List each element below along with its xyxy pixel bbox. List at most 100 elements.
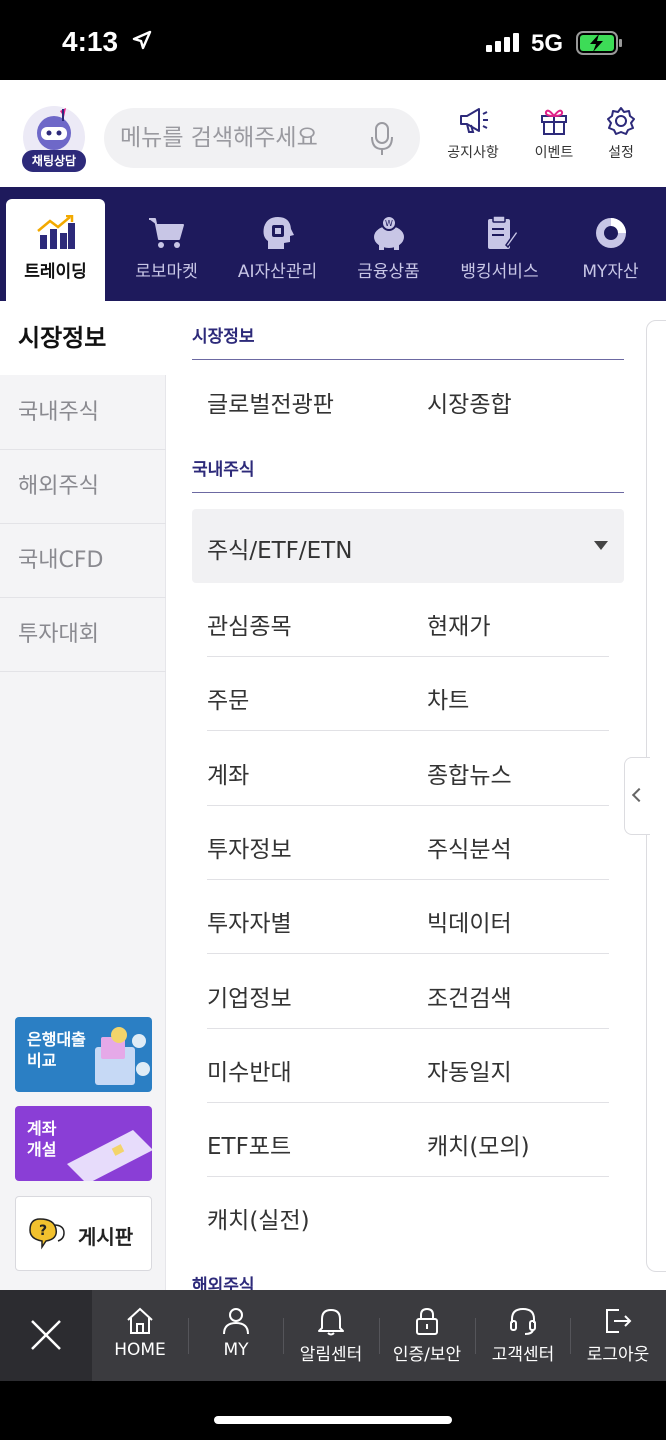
link-catch-mock[interactable]: 캐치(모의) (427, 1127, 530, 1161)
chat-consult-label[interactable]: 채팅상담 (22, 150, 86, 172)
link-current-price[interactable]: 현재가 (427, 607, 490, 641)
tab-robomarket[interactable]: 로보마켓 (111, 199, 222, 301)
home-indicator-area (0, 1381, 666, 1440)
board-label: 게시판 (78, 1225, 134, 1249)
app-header: 채팅상담 공지사항 이벤트 설정 (0, 80, 666, 187)
sidebar-item-domestic-cfd[interactable]: 국내CFD (0, 524, 166, 598)
product-type-select[interactable]: 주식/ETF/ETN (192, 509, 624, 583)
tab-financial-products[interactable]: W 금융상품 (333, 199, 444, 301)
tab-financial-products-label: 금융상품 (357, 262, 420, 282)
row-divider (207, 656, 609, 657)
notification-center-button[interactable]: 알림센터 (283, 1290, 379, 1381)
close-menu-button[interactable] (0, 1290, 92, 1381)
notification-center-label: 알림센터 (299, 1345, 363, 1365)
microphone-icon[interactable] (370, 122, 394, 160)
bell-icon (318, 1309, 344, 1336)
my-button[interactable]: MY (188, 1290, 284, 1381)
link-general-news[interactable]: 종합뉴스 (427, 756, 512, 790)
status-bar: 4:13 5G (0, 0, 666, 80)
settings-button[interactable]: 설정 (586, 106, 656, 172)
link-watchlist[interactable]: 관심종목 (207, 607, 292, 641)
loan-compare-banner[interactable]: 은행대출 비교 (15, 1017, 152, 1092)
loan-banner-line1: 은행대출 (27, 1030, 86, 1049)
product-type-value: 주식/ETF/ETN (207, 538, 353, 564)
section-title-market-info: 시장정보 (192, 327, 255, 347)
tab-my-asset[interactable]: MY자산 (555, 199, 666, 301)
home-button[interactable]: HOME (92, 1290, 188, 1381)
settings-label: 설정 (608, 145, 634, 161)
auth-security-button[interactable]: 인증/보안 (379, 1290, 475, 1381)
tab-robomarket-label: 로보마켓 (135, 262, 198, 282)
link-account[interactable]: 계좌 (207, 756, 249, 790)
link-chart[interactable]: 차트 (427, 681, 469, 715)
row-divider (207, 953, 609, 954)
notice-label: 공지사항 (447, 145, 499, 161)
link-condition-search[interactable]: 조건검색 (427, 979, 512, 1013)
section-divider (192, 359, 624, 360)
headset-icon (510, 1307, 536, 1335)
logout-label: 로그아웃 (586, 1345, 650, 1365)
gear-icon (607, 107, 635, 135)
notice-button[interactable]: 공지사항 (438, 106, 508, 172)
link-etf-port[interactable]: ETF포트 (207, 1127, 291, 1161)
question-chat-icon: ? (28, 1217, 66, 1255)
row-divider (207, 805, 609, 806)
link-global-board[interactable]: 글로벌전광판 (207, 385, 334, 419)
cart-icon (148, 218, 184, 248)
menu-content: 시장정보 글로벌전광판 시장종합 국내주식 주식/ETF/ETN 관심종목 현재… (166, 301, 646, 1290)
lock-icon (416, 1307, 438, 1335)
loan-banner-line2: 비교 (27, 1051, 57, 1070)
cellular-signal-icon (486, 32, 520, 56)
category-nav: 트레이딩 로보마켓 AI자산관리 W 금융상품 뱅킹서비스 MY자산 (0, 187, 666, 301)
tab-ai-asset[interactable]: AI자산관리 (222, 199, 333, 301)
user-icon (223, 1308, 249, 1335)
event-label: 이벤트 (534, 145, 574, 161)
menu-search-box[interactable] (104, 108, 420, 168)
link-investment-info[interactable]: 투자정보 (207, 830, 292, 864)
tab-banking[interactable]: 뱅킹서비스 (444, 199, 555, 301)
sidebar-item-market-info[interactable]: 시장정보 (0, 301, 166, 375)
home-icon (127, 1307, 153, 1334)
home-label: HOME (114, 1340, 166, 1360)
row-divider (207, 1176, 609, 1177)
account-open-banner[interactable]: 계좌 개설 (15, 1106, 152, 1181)
logout-button[interactable]: 로그아웃 (570, 1290, 666, 1381)
sidebar-item-domestic-stock[interactable]: 국내주식 (0, 376, 166, 450)
caret-down-icon (594, 541, 608, 550)
link-market-overview[interactable]: 시장종합 (427, 385, 512, 419)
customer-center-label: 고객센터 (491, 1345, 555, 1365)
sidebar-item-overseas-stock[interactable]: 해외주식 (0, 450, 166, 524)
chevron-left-icon (631, 787, 647, 803)
home-indicator[interactable] (214, 1416, 452, 1424)
link-company-info[interactable]: 기업정보 (207, 979, 292, 1013)
network-type: 5G (531, 30, 564, 57)
section-title-domestic-stock: 국내주식 (192, 460, 255, 480)
account-banner-line1: 계좌 (27, 1119, 57, 1138)
svg-text:?: ? (39, 1223, 47, 1239)
tab-trading-label: 트레이딩 (24, 262, 87, 282)
tab-my-asset-label: MY자산 (582, 262, 639, 282)
link-auto-journal[interactable]: 자동일지 (427, 1053, 512, 1087)
my-label: MY (223, 1340, 249, 1360)
link-catch-real[interactable]: 캐치(실전) (207, 1201, 310, 1235)
section-title-overseas-stock: 해외주식 (192, 1276, 255, 1290)
menu-search-input[interactable] (120, 118, 360, 158)
location-arrow-icon (132, 30, 152, 54)
link-big-data[interactable]: 빅데이터 (427, 904, 512, 938)
svg-text:W: W (385, 219, 393, 228)
event-button[interactable]: 이벤트 (519, 106, 589, 172)
megaphone-icon (460, 108, 488, 133)
link-order[interactable]: 주문 (207, 681, 249, 715)
chart-icon (36, 215, 75, 249)
link-unpaid-counter[interactable]: 미수반대 (207, 1053, 292, 1087)
tab-trading[interactable]: 트레이딩 (6, 199, 105, 301)
link-stock-analysis[interactable]: 주식분석 (427, 830, 512, 864)
customer-center-button[interactable]: 고객센터 (475, 1290, 571, 1381)
board-button[interactable]: ? 게시판 (15, 1196, 152, 1271)
row-divider (207, 1102, 609, 1103)
link-by-investor[interactable]: 투자자별 (207, 904, 292, 938)
gift-icon (541, 109, 567, 135)
sidebar-item-investment-contest[interactable]: 투자대회 (0, 598, 166, 672)
drawer-toggle[interactable] (624, 757, 650, 835)
logout-icon (606, 1309, 632, 1333)
